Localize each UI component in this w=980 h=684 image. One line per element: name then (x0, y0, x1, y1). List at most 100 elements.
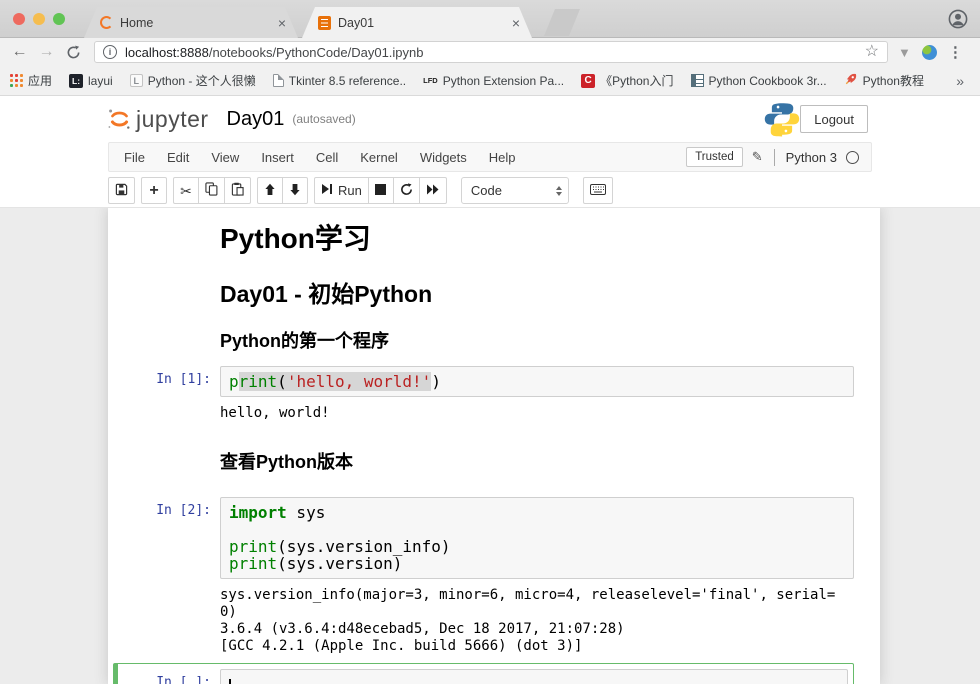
code-cell-1[interactable]: In [1]: print('hello, world!') (122, 366, 854, 397)
copy-icon (205, 182, 218, 199)
tab-home-label: Home (120, 16, 269, 30)
notebook-container: Python学习 Day01 - 初始Python Python的第一个程序 I… (108, 208, 880, 684)
move-cell-down-button[interactable] (282, 177, 308, 204)
code-input[interactable]: import sys print(sys.version_info)print(… (220, 497, 854, 579)
run-button[interactable]: Run (314, 177, 369, 204)
minimize-window-button[interactable] (33, 13, 45, 25)
python-logo-icon (764, 101, 800, 142)
stop-icon (375, 183, 386, 198)
forward-icon[interactable]: → (33, 44, 60, 60)
stop-button[interactable] (368, 177, 394, 204)
step-forward-icon (321, 183, 333, 198)
select-stepper-icon (556, 186, 562, 196)
bookmark-python-extension[interactable]: LFD Python Extension Pa... (423, 74, 564, 88)
address-bar[interactable]: i localhost:8888/notebooks/PythonCode/Da… (94, 41, 888, 63)
kernel-idle-indicator-icon (846, 151, 859, 164)
bookmark-python-tutorial[interactable]: Python教程 (844, 72, 924, 89)
code-cell-3-selected[interactable]: In [ ]: (113, 663, 854, 684)
output-area-1: hello, world! (122, 405, 854, 422)
text-cursor (229, 679, 231, 684)
move-button-group (257, 177, 308, 204)
paste-cell-button[interactable] (224, 177, 251, 204)
back-icon[interactable]: ← (6, 44, 33, 60)
window-controls (13, 13, 65, 25)
jupyter-toolbar: + ✂ Run Code (0, 174, 980, 208)
restart-run-all-button[interactable] (419, 177, 447, 204)
run-button-group: Run (314, 177, 447, 204)
input-prompt: In [1]: (122, 366, 220, 397)
markdown-cell-title[interactable]: Python学习 Day01 - 初始Python Python的第一个程序 (122, 222, 854, 352)
bookmark-apps[interactable]: 应用 (10, 72, 52, 89)
red-c-icon: C (581, 74, 595, 88)
notebook-title[interactable]: Day01 (227, 108, 285, 131)
globe-extension-icon[interactable] (922, 45, 937, 60)
code-input-empty[interactable] (220, 669, 848, 684)
menu-edit[interactable]: Edit (156, 150, 200, 165)
markdown-cell-version[interactable]: 查看Python版本 (122, 451, 854, 473)
url-path: /notebooks/PythonCode/Day01.ipynb (209, 45, 424, 60)
layui-icon: L: (69, 74, 83, 88)
jupyter-logo[interactable]: jupyter (106, 104, 209, 134)
bookmark-star-icon[interactable]: ☆ (865, 44, 879, 60)
table-icon (691, 74, 704, 87)
logout-button[interactable]: Logout (800, 105, 868, 133)
code-input[interactable]: print('hello, world!') (220, 366, 854, 397)
trusted-button[interactable]: Trusted (686, 147, 743, 167)
browser-window: Home × Day01 × ← → i localhost:8888/note… (0, 0, 980, 684)
bookmark-label: 应用 (28, 72, 52, 89)
arrow-down-icon (289, 183, 301, 199)
restart-kernel-button[interactable] (393, 177, 420, 204)
lfd-icon: LFD (423, 76, 438, 85)
move-cell-up-button[interactable] (257, 177, 283, 204)
heading-1: Python学习 (220, 222, 854, 256)
menu-help[interactable]: Help (478, 150, 527, 165)
menu-widgets[interactable]: Widgets (409, 150, 478, 165)
close-icon[interactable]: × (276, 16, 288, 30)
bookmark-python-cookbook[interactable]: Python Cookbook 3r... (691, 74, 827, 88)
divider (774, 149, 775, 166)
bookmarks-overflow-chevron[interactable]: » (956, 73, 970, 89)
chrome-menu-icon[interactable]: ⋮ (948, 43, 963, 61)
close-icon[interactable]: × (510, 16, 522, 30)
output-area-2: sys.version_info(major=3, minor=6, micro… (122, 587, 854, 655)
zoom-window-button[interactable] (53, 13, 65, 25)
pencil-icon: ✎ (752, 149, 763, 165)
cut-cell-button[interactable]: ✂ (173, 177, 199, 204)
tab-bar: Home × Day01 × (0, 0, 980, 38)
menu-insert[interactable]: Insert (250, 150, 305, 165)
plus-icon: + (149, 183, 158, 199)
new-tab-button[interactable] (544, 9, 580, 36)
menu-view[interactable]: View (200, 150, 250, 165)
jupyter-spinner-icon (100, 16, 113, 29)
tab-home[interactable]: Home × (84, 7, 298, 38)
tab-day01[interactable]: Day01 × (302, 7, 532, 38)
close-window-button[interactable] (13, 13, 25, 25)
output-prompt (122, 587, 220, 655)
menu-file[interactable]: File (113, 150, 156, 165)
input-prompt: In [ ]: (122, 669, 220, 684)
keyboard-icon (590, 183, 606, 198)
notebook-site: Python学习 Day01 - 初始Python Python的第一个程序 I… (0, 208, 980, 684)
download-arrow-icon[interactable]: ▼ (898, 45, 911, 60)
code-cell-2[interactable]: In [2]: import sys print(sys.version_inf… (122, 497, 854, 579)
add-cell-button[interactable]: + (141, 177, 167, 204)
letter-l-icon: L (130, 74, 143, 87)
edit-button-group: ✂ (173, 177, 251, 204)
url-text: localhost:8888/notebooks/PythonCode/Day0… (125, 45, 857, 60)
bookmark-python-intro[interactable]: C 《Python入门 (581, 72, 673, 89)
notebook-book-icon (318, 16, 331, 30)
menu-kernel[interactable]: Kernel (349, 150, 409, 165)
profile-avatar-icon[interactable] (948, 9, 968, 29)
copy-cell-button[interactable] (198, 177, 225, 204)
save-button[interactable] (108, 177, 135, 204)
bookmark-python-blog[interactable]: L Python - 这个人很懒 (130, 72, 256, 89)
menu-cell[interactable]: Cell (305, 150, 349, 165)
heading-3: 查看Python版本 (220, 451, 854, 473)
command-palette-button[interactable] (583, 177, 613, 204)
cell-type-select[interactable]: Code (461, 177, 569, 204)
bookmark-tkinter[interactable]: Tkinter 8.5 reference.. (273, 74, 406, 88)
jupyter-menubar: File Edit View Insert Cell Kernel Widget… (108, 142, 872, 172)
reload-icon[interactable] (60, 45, 87, 60)
info-icon[interactable]: i (103, 45, 117, 59)
bookmark-layui[interactable]: L: layui (69, 74, 113, 88)
